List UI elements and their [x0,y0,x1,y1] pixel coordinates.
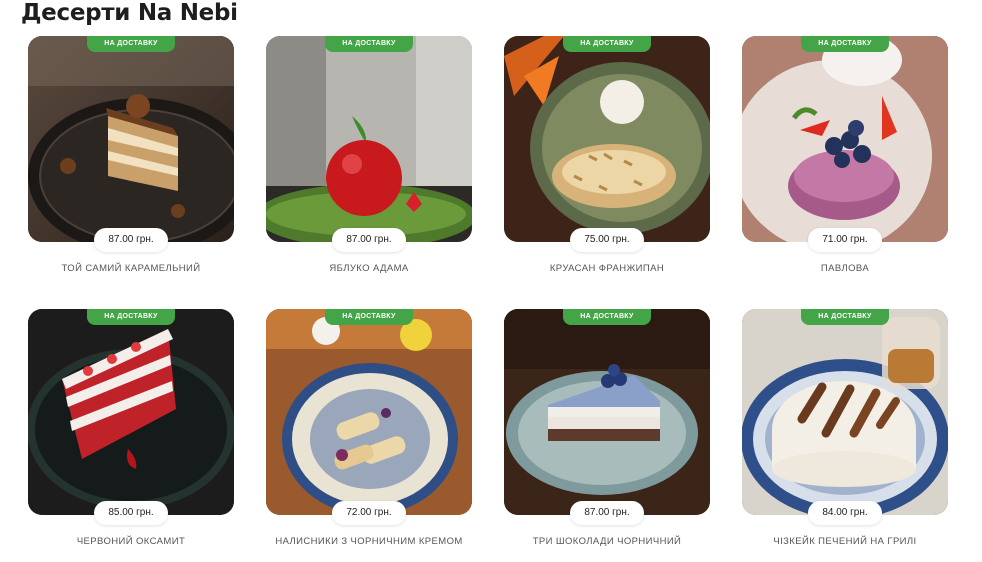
product-name[interactable]: ЧІЗКЕЙК ПЕЧЕНИЙ НА ГРИЛІ [722,536,968,547]
product-image[interactable] [28,309,234,515]
price-tag: 71.00 грн. [808,228,882,252]
product-image[interactable] [504,309,710,515]
product-name[interactable]: НАЛИСНИКИ З ЧОРНИЧНИМ КРЕМОМ [246,536,492,547]
price-tag: 84.00 грн. [808,501,882,525]
product-name[interactable]: ПАВЛОВА [722,263,968,274]
product-name[interactable]: КРУАСАН ФРАНЖИПАН [484,263,730,274]
product-name[interactable]: ЧЕРВОНИЙ ОКСАМИТ [8,536,254,547]
product-image[interactable] [28,36,234,242]
product-grid: НА ДОСТАВКУ 87.00 грн. ТОЙ САМИЙ КАРАМЕЛ… [28,36,948,553]
price-tag: 87.00 грн. [94,228,168,252]
product-name[interactable]: ТОЙ САМИЙ КАРАМЕЛЬНИЙ [8,263,254,274]
product-image[interactable] [266,309,472,515]
product-card[interactable]: НА ДОСТАВКУ 87.00 грн. ТОЙ САМИЙ КАРАМЕЛ… [28,36,234,280]
delivery-badge: НА ДОСТАВКУ [801,36,889,52]
product-image[interactable] [742,309,948,515]
product-image[interactable] [742,36,948,242]
delivery-badge: НА ДОСТАВКУ [801,309,889,325]
price-tag: 75.00 грн. [570,228,644,252]
product-card[interactable]: НА ДОСТАВКУ 72.00 грн. НАЛИСНИКИ З ЧОРНИ… [266,309,472,553]
delivery-badge: НА ДОСТАВКУ [563,36,651,52]
delivery-badge: НА ДОСТАВКУ [87,36,175,52]
product-card[interactable]: НА ДОСТАВКУ 84.00 грн. ЧІЗКЕЙК ПЕЧЕНИЙ Н… [742,309,948,553]
product-card[interactable]: НА ДОСТАВКУ 71.00 грн. ПАВЛОВА [742,36,948,280]
price-tag: 87.00 грн. [332,228,406,252]
product-card[interactable]: НА ДОСТАВКУ 85.00 грн. ЧЕРВОНИЙ ОКСАМИТ [28,309,234,553]
delivery-badge: НА ДОСТАВКУ [325,36,413,52]
product-card[interactable]: НА ДОСТАВКУ 87.00 грн. ЯБЛУКО АДАМА [266,36,472,280]
product-name[interactable]: ТРИ ШОКОЛАДИ ЧОРНИЧНИЙ [484,536,730,547]
delivery-badge: НА ДОСТАВКУ [563,309,651,325]
product-image[interactable] [266,36,472,242]
price-tag: 87.00 грн. [570,501,644,525]
page-title: Десерти Na Nebi [21,0,238,26]
product-name[interactable]: ЯБЛУКО АДАМА [246,263,492,274]
price-tag: 85.00 грн. [94,501,168,525]
product-image[interactable] [504,36,710,242]
delivery-badge: НА ДОСТАВКУ [87,309,175,325]
delivery-badge: НА ДОСТАВКУ [325,309,413,325]
product-card[interactable]: НА ДОСТАВКУ 87.00 грн. ТРИ ШОКОЛАДИ ЧОРН… [504,309,710,553]
price-tag: 72.00 грн. [332,501,406,525]
product-card[interactable]: НА ДОСТАВКУ 75.00 грн. КРУАСАН ФРАНЖИПАН [504,36,710,280]
